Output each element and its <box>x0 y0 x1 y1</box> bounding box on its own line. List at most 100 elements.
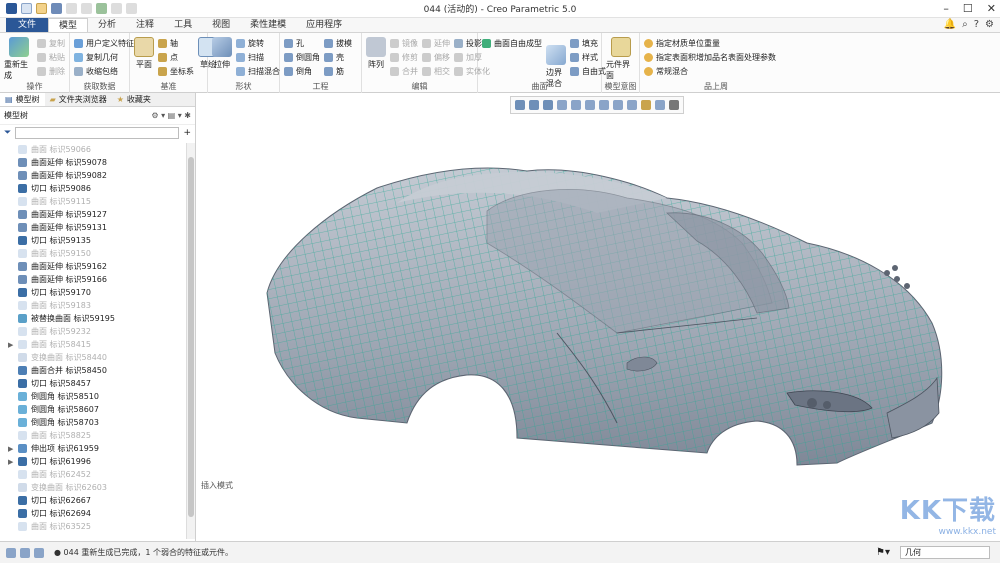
minimize-icon[interactable]: – <box>943 2 949 15</box>
tree-item[interactable]: 曲面延伸 标识59131 <box>0 221 186 234</box>
tree-item[interactable]: 切口 标识62667 <box>0 494 186 507</box>
car-body-model[interactable] <box>197 93 1000 541</box>
extend-button[interactable]: 延伸 <box>422 37 450 49</box>
add-column-icon[interactable]: + <box>183 128 191 138</box>
tree-item[interactable]: 曲面 标识59183 <box>0 299 186 312</box>
tree-item[interactable]: ▶ 伸出项 标识61959 <box>0 442 186 455</box>
tab-favorites[interactable]: ★ 收藏夹 <box>112 93 156 106</box>
surface-param-button[interactable]: 指定表面积增加品名表面处理参数 <box>644 51 776 63</box>
tree-item[interactable]: 切口 标识59170 <box>0 286 186 299</box>
axis-button[interactable]: 轴 <box>158 37 194 49</box>
style-button[interactable]: 样式 <box>570 51 606 63</box>
hole-button[interactable]: 孔 <box>284 37 320 49</box>
tree-item[interactable]: 倒圆角 标识58607 <box>0 403 186 416</box>
tree-item[interactable]: 曲面 标识63525 <box>0 520 186 533</box>
rib-button[interactable]: 筋 <box>324 65 352 77</box>
unit-mass-button[interactable]: 指定材质单位重量 <box>644 37 776 49</box>
udf-button[interactable]: 用户定义特征 <box>74 37 134 49</box>
paste-button[interactable]: 粘贴 <box>37 51 65 63</box>
freestyle-button[interactable]: 曲面自由成型 <box>482 37 542 49</box>
selection-filter-select[interactable]: 几何 <box>900 546 990 559</box>
tree-item[interactable]: ▶ 切口 标识61996 <box>0 455 186 468</box>
tree-item[interactable]: 变换曲面 标识58440 <box>0 351 186 364</box>
bell-icon[interactable]: 🔔 <box>944 19 956 30</box>
copy-button[interactable]: 复制 <box>37 37 65 49</box>
tree-item[interactable]: 曲面延伸 标识59082 <box>0 169 186 182</box>
tree-item[interactable]: 被替换曲面 标识59195 <box>0 312 186 325</box>
tree-settings-icons[interactable]: ⚙ ▾ ▤ ▾ ✱ <box>151 111 191 120</box>
tree-item[interactable]: 变换曲面 标识62603 <box>0 481 186 494</box>
tree-item[interactable]: 切口 标识62694 <box>0 507 186 520</box>
draft-button[interactable]: 拔模 <box>324 37 352 49</box>
tree-item[interactable]: 曲面 标识59066 <box>0 143 186 156</box>
tree-item[interactable]: 曲面延伸 标识59127 <box>0 208 186 221</box>
intersect-button[interactable]: 相交 <box>422 65 450 77</box>
tab-analysis[interactable]: 分析 <box>88 18 126 32</box>
revolve-button[interactable]: 旋转 <box>236 37 280 49</box>
filter-icon[interactable]: ⏷ <box>4 128 11 138</box>
expand-arrow-icon[interactable]: ▶ <box>8 341 18 349</box>
scroll-thumb[interactable] <box>188 157 194 517</box>
tree-item[interactable]: 切口 标识59135 <box>0 234 186 247</box>
search-icon[interactable]: ⌕ <box>962 19 968 30</box>
swept-blend-button[interactable]: 扫描混合 <box>236 65 280 77</box>
csys-button[interactable]: 坐标系 <box>158 65 194 77</box>
tree-item[interactable]: 曲面 标识59150 <box>0 247 186 260</box>
selection-filter-icon[interactable]: ⚑▾ <box>876 547 890 558</box>
tree-search-input[interactable] <box>15 127 180 139</box>
tab-model[interactable]: 模型 <box>48 18 89 32</box>
tree-scrollbar[interactable] <box>186 143 195 539</box>
expand-arrow-icon[interactable]: ▶ <box>8 458 18 466</box>
tree-item[interactable]: 倒圆角 标识58510 <box>0 390 186 403</box>
tree-item[interactable]: 曲面 标识58825 <box>0 429 186 442</box>
close-icon[interactable]: ✕ <box>987 2 996 15</box>
redo-icon[interactable] <box>81 3 92 14</box>
expand-arrow-icon[interactable]: ▶ <box>8 445 18 453</box>
tree-item[interactable]: 切口 标识58457 <box>0 377 186 390</box>
tab-flexible-modeling[interactable]: 柔性建模 <box>240 18 296 32</box>
fullscreen-icon[interactable] <box>34 547 44 558</box>
tab-applications[interactable]: 应用程序 <box>296 18 352 32</box>
round-button[interactable]: 倒圆角 <box>284 51 320 63</box>
tree-item[interactable]: 切口 标识59086 <box>0 182 186 195</box>
freeform-button[interactable]: 自由式 <box>570 65 606 77</box>
tree-item[interactable]: 曲面延伸 标识59166 <box>0 273 186 286</box>
windows-icon[interactable] <box>111 3 122 14</box>
shrinkwrap-button[interactable]: 收缩包络 <box>74 65 134 77</box>
tab-annotate[interactable]: 注释 <box>126 18 164 32</box>
sweep-button[interactable]: 扫描 <box>236 51 280 63</box>
tree-item[interactable]: 倒圆角 标识58703 <box>0 416 186 429</box>
mirror-button[interactable]: 镜像 <box>390 37 418 49</box>
tab-folder-browser[interactable]: ▰ 文件夹浏览器 <box>45 93 112 106</box>
chamfer-button[interactable]: 倒角 <box>284 65 320 77</box>
trim-button[interactable]: 修剪 <box>390 51 418 63</box>
undo-icon[interactable] <box>66 3 77 14</box>
delete-button[interactable]: 删除 <box>37 65 65 77</box>
tab-tools[interactable]: 工具 <box>164 18 202 32</box>
open-folder-icon[interactable] <box>36 3 47 14</box>
point-button[interactable]: 点 <box>158 51 194 63</box>
new-file-icon[interactable] <box>21 3 32 14</box>
regular-blend-button[interactable]: 常规混合 <box>644 65 776 77</box>
close-window-icon[interactable] <box>126 3 137 14</box>
save-icon[interactable] <box>51 3 62 14</box>
regenerate-icon[interactable] <box>96 3 107 14</box>
options-icon[interactable]: ⚙ <box>985 19 994 30</box>
tree-item[interactable]: 曲面 标识62452 <box>0 468 186 481</box>
tree-item[interactable]: 曲面 标识59232 <box>0 325 186 338</box>
tree-item[interactable]: 曲面合并 标识58450 <box>0 364 186 377</box>
browser-toggle-icon[interactable] <box>20 547 30 558</box>
copy-geometry-button[interactable]: 复制几何 <box>74 51 134 63</box>
graphics-window[interactable]: 插入模式 KK下载 www.kkx.net <box>197 93 1000 541</box>
maximize-icon[interactable]: ☐ <box>963 2 973 15</box>
tree-item[interactable]: 曲面延伸 标识59162 <box>0 260 186 273</box>
help-icon[interactable]: ? <box>974 19 979 30</box>
offset-button[interactable]: 偏移 <box>422 51 450 63</box>
tab-view[interactable]: 视图 <box>202 18 240 32</box>
tree-item[interactable]: ▶ 曲面 标识58415 <box>0 338 186 351</box>
navigator-toggle-icon[interactable] <box>6 547 16 558</box>
fill-button[interactable]: 填充 <box>570 37 606 49</box>
tab-model-tree[interactable]: ▤ 模型树 <box>0 93 45 106</box>
tab-file[interactable]: 文件 <box>6 18 49 32</box>
shell-button[interactable]: 壳 <box>324 51 352 63</box>
